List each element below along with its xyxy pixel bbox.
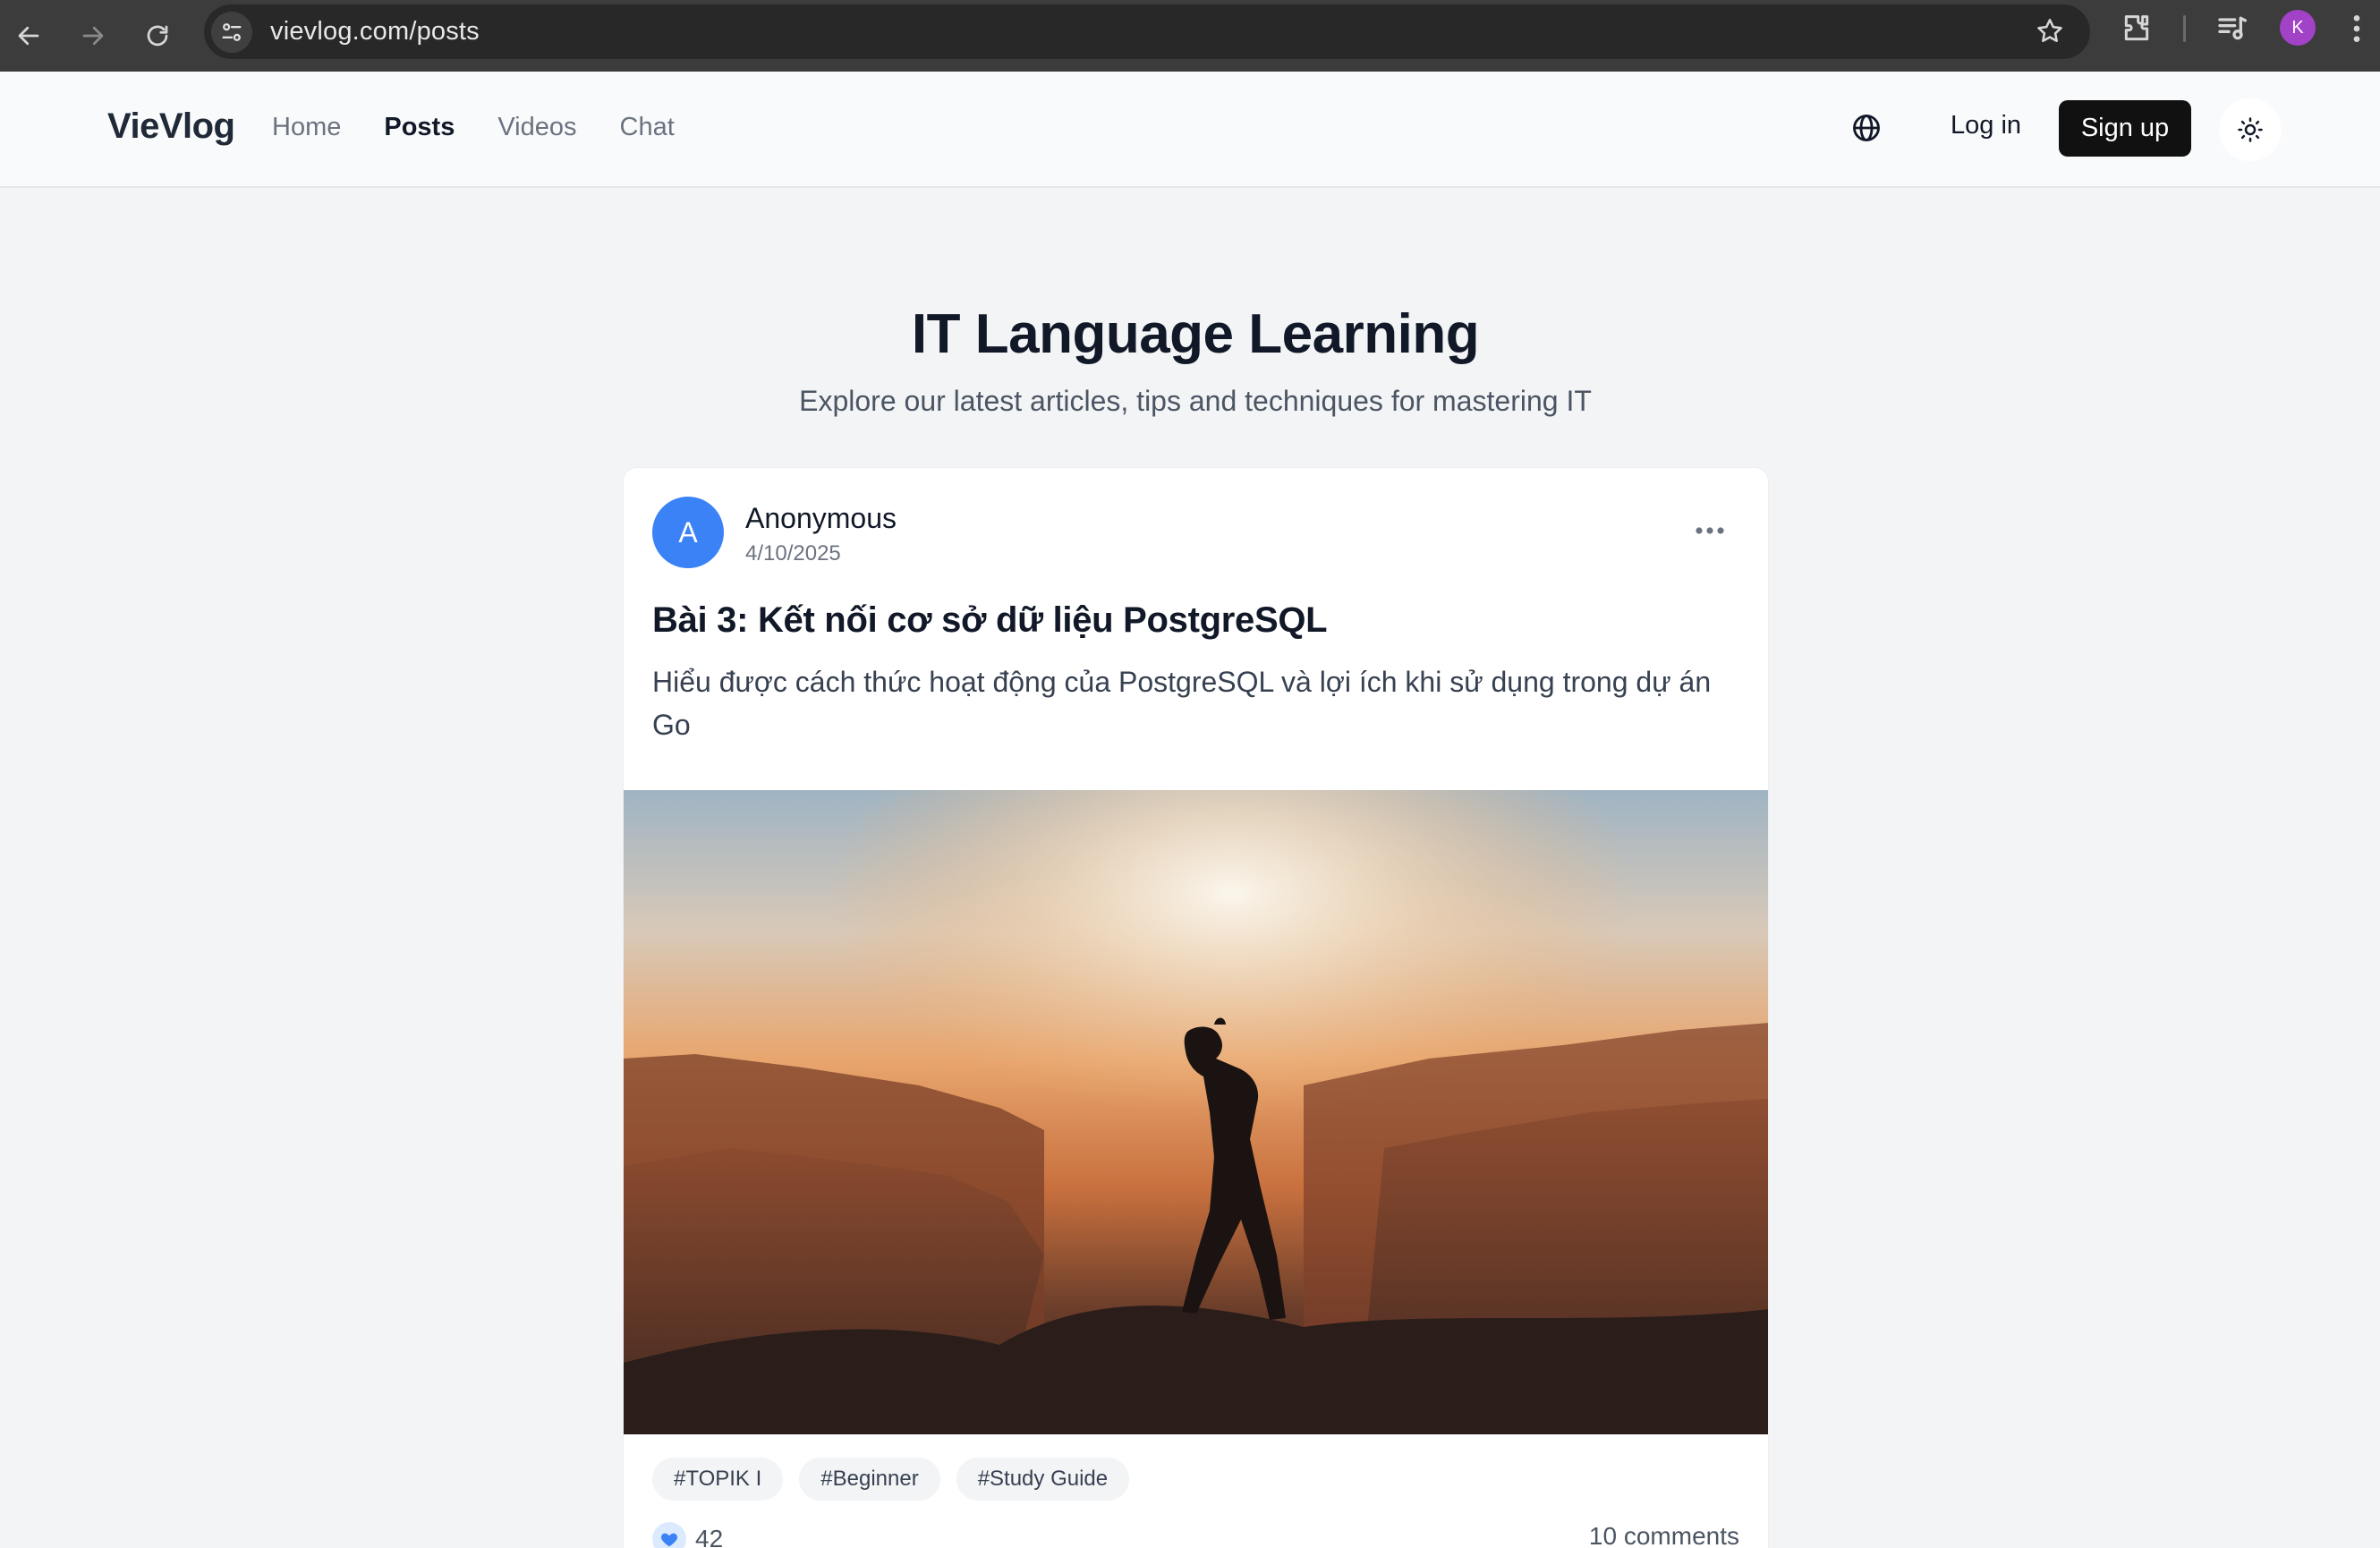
signup-button[interactable]: Sign up [2059, 100, 2191, 157]
browser-toolbar: vievlog.com/posts K [0, 0, 2380, 72]
like-button[interactable]: 42 [652, 1522, 723, 1548]
like-count: 42 [695, 1525, 724, 1548]
back-button[interactable] [4, 11, 54, 61]
tag-chip[interactable]: #Study Guide [956, 1458, 1130, 1501]
sun-icon [2238, 117, 2263, 142]
url-text[interactable]: vievlog.com/posts [270, 17, 480, 47]
forward-button[interactable] [68, 11, 118, 61]
arrow-left-icon [18, 26, 39, 46]
theme-toggle-button[interactable] [2219, 98, 2282, 161]
page-subtitle: Explore our latest articles, tips and te… [799, 385, 1592, 417]
post-excerpt: Hiểu được cách thức hoạt động của Postgr… [652, 666, 1712, 741]
extensions-icon[interactable] [2119, 11, 2155, 47]
profile-avatar[interactable]: K [2280, 10, 2316, 46]
site-settings-icon[interactable] [211, 12, 252, 53]
login-link[interactable]: Log in [1951, 111, 2021, 140]
tag-chip[interactable]: #TOPIK I [652, 1458, 784, 1501]
post-card[interactable]: A Anonymous 4/10/2025 Bài 3: Kết nối cơ … [623, 467, 1769, 1548]
tag-chip[interactable]: #Beginner [799, 1458, 940, 1501]
nav-posts[interactable]: Posts [384, 113, 455, 142]
bookmark-star-icon[interactable] [2035, 16, 2065, 47]
post-title[interactable]: Bài 3: Kết nối cơ sở dữ liệu PostgreSQL [652, 600, 1328, 641]
media-control-icon[interactable] [2215, 11, 2251, 47]
author-name: Anonymous [745, 502, 897, 534]
post-date: 4/10/2025 [745, 541, 841, 566]
reload-icon [147, 25, 168, 47]
address-bar[interactable]: vievlog.com/posts [204, 4, 2090, 59]
page-title: IT Language Learning [911, 303, 1480, 365]
toolbar-divider [2183, 15, 2186, 42]
browser-menu-icon[interactable] [2350, 11, 2364, 47]
nav-videos[interactable]: Videos [497, 113, 576, 142]
comments-link[interactable]: 10 comments [1589, 1522, 1739, 1548]
arrow-right-icon [82, 26, 104, 46]
post-tags: #TOPIK I #Beginner #Study Guide [652, 1458, 1130, 1501]
post-cover-image[interactable] [624, 790, 1769, 1434]
heart-icon [652, 1522, 686, 1548]
more-options-icon[interactable] [1695, 523, 1725, 540]
main-nav: Home Posts Videos Chat [272, 113, 675, 142]
author-avatar: A [652, 497, 724, 568]
nav-chat[interactable]: Chat [620, 113, 675, 142]
site-header: VieVlog Home Posts Videos Chat Log in Si… [0, 72, 2380, 188]
reload-button[interactable] [132, 11, 183, 61]
language-globe-icon[interactable] [1850, 112, 1883, 149]
site-logo[interactable]: VieVlog [107, 106, 235, 147]
nav-home[interactable]: Home [272, 113, 341, 142]
